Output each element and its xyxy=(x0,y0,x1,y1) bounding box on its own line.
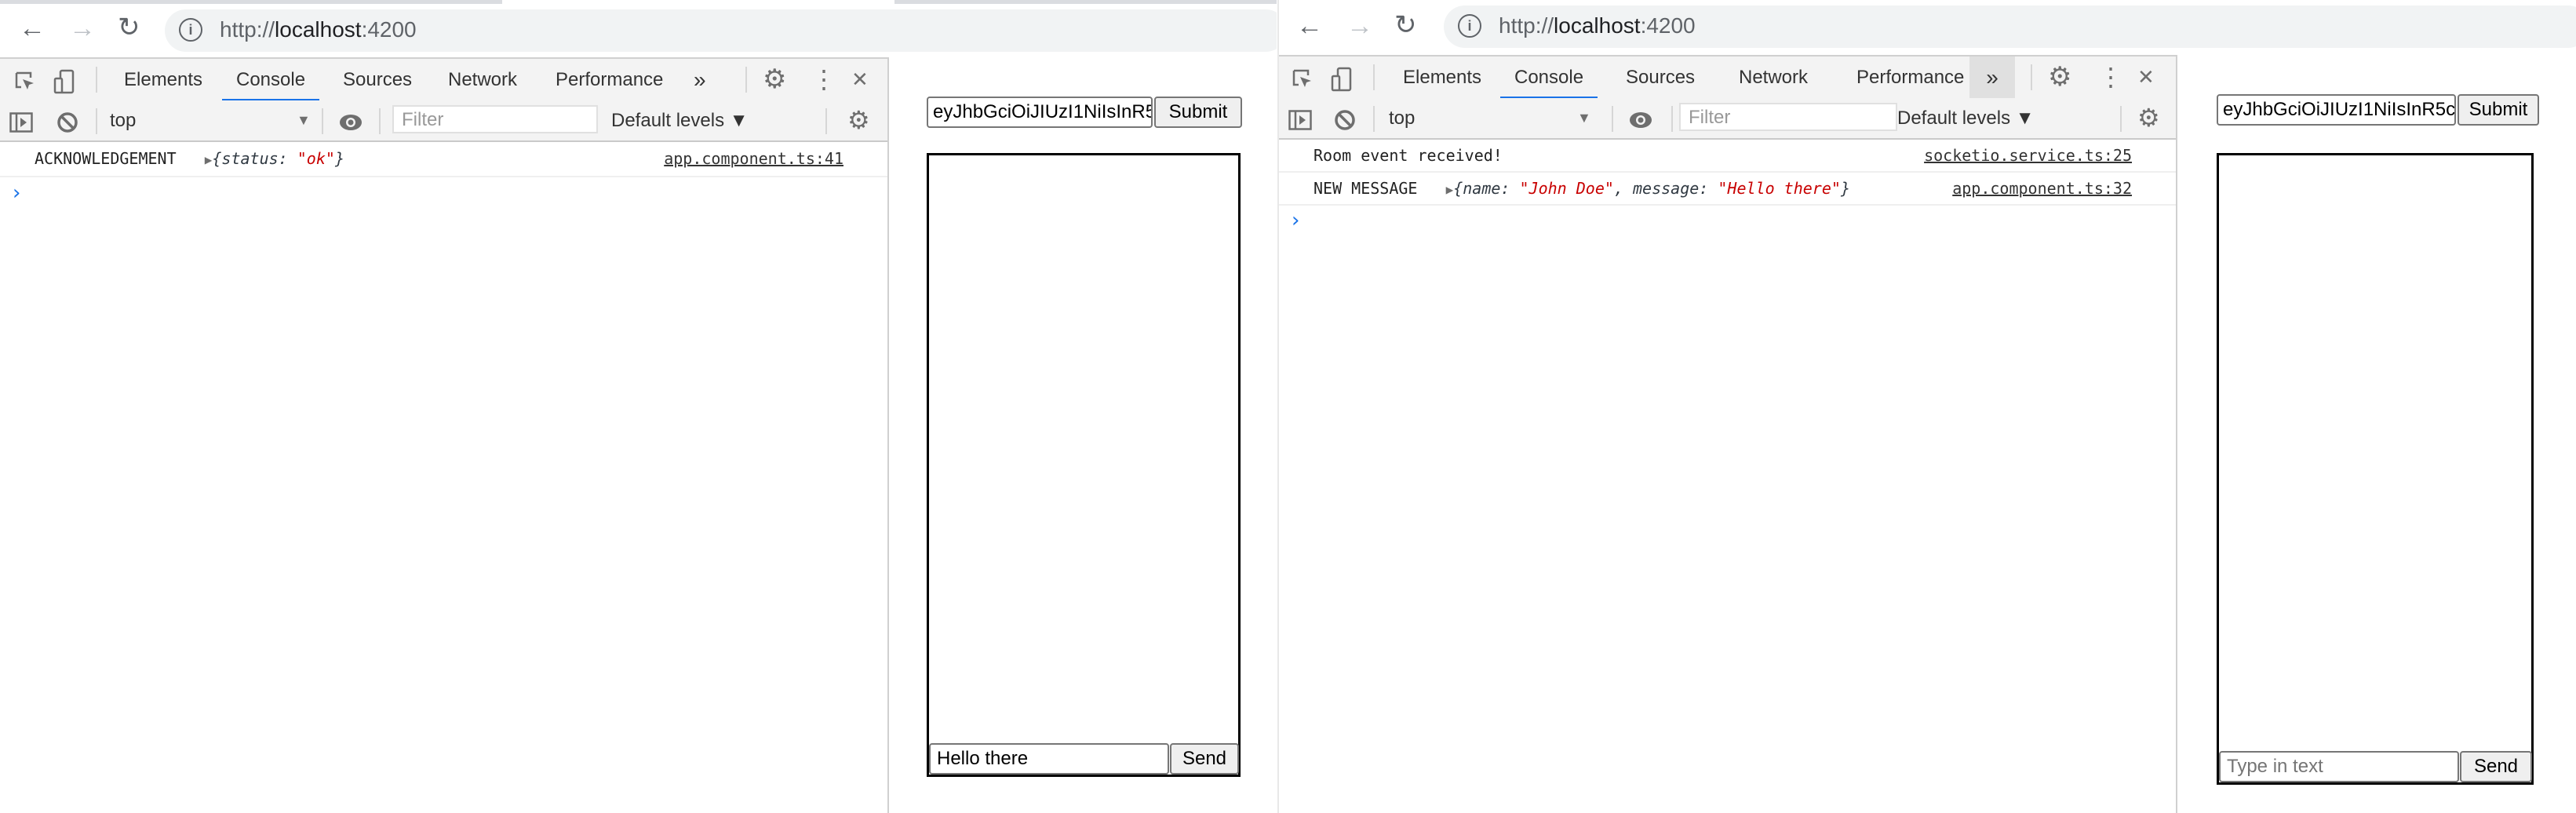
devtools-panel: Elements Console Sources Network Perform… xyxy=(1279,55,2177,813)
context-dropdown-arrow[interactable]: ▼ xyxy=(1577,98,1591,138)
inspect-element-icon[interactable] xyxy=(14,59,36,100)
context-selector[interactable]: top xyxy=(1389,98,1415,138)
app-page: eyJhbGciOiJIUzI1NiIsInR5cCI6IkpXVCJ9 Sub… xyxy=(2177,55,2576,813)
chat-box: Type in text Send xyxy=(2217,153,2534,785)
more-options-kebab-icon[interactable]: ⋮ xyxy=(811,59,836,100)
devtools-tab-bar: Elements Console Sources Network Perform… xyxy=(1279,55,2176,100)
console-toolbar: top ▼ Filter Default levels ▼ ⚙ xyxy=(0,100,887,142)
divider xyxy=(322,108,323,134)
info-icon[interactable]: i xyxy=(1458,14,1481,38)
logged-object[interactable]: {status: "ok"} xyxy=(212,149,344,168)
console-message-row: Room event received! socketio.service.ts… xyxy=(1279,140,2176,173)
devtools-tab-bar: Elements Console Sources Network Perform… xyxy=(0,57,887,102)
more-options-kebab-icon[interactable]: ⋮ xyxy=(2098,57,2123,98)
clear-console-icon[interactable] xyxy=(1334,98,1356,138)
console-settings-gear-icon[interactable]: ⚙ xyxy=(847,100,870,140)
tab-network[interactable]: Network xyxy=(1739,57,1808,98)
tab-performance[interactable]: Performance xyxy=(1856,57,1964,98)
settings-gear-icon[interactable]: ⚙ xyxy=(763,59,786,100)
address-bar[interactable]: i http://localhost:4200 xyxy=(1444,5,2576,48)
browser-toolbar: ← → ↻ i http://localhost:4200 xyxy=(0,4,1277,57)
send-button[interactable]: Send xyxy=(2460,751,2532,782)
show-sidebar-icon[interactable] xyxy=(1288,98,1312,138)
console-filter-input[interactable]: Filter xyxy=(392,105,598,133)
divider xyxy=(745,67,747,93)
divider xyxy=(1671,106,1673,132)
divider xyxy=(96,108,97,134)
message-input[interactable]: Type in text xyxy=(2219,751,2459,782)
back-button[interactable]: ← xyxy=(19,15,46,42)
source-link[interactable]: app.component.ts:41 xyxy=(664,142,843,176)
token-input[interactable]: eyJhbGciOiJIUzI1NiIsInR5cCI6IkpXVCJ9 xyxy=(927,97,1153,128)
console-prompt[interactable]: › xyxy=(13,181,20,205)
expand-object-icon[interactable]: ▶ xyxy=(1446,182,1454,197)
tab-sources[interactable]: Sources xyxy=(343,59,412,100)
settings-gear-icon[interactable]: ⚙ xyxy=(2048,57,2071,98)
devtools-panel: Elements Console Sources Network Perform… xyxy=(0,57,889,813)
more-tabs-button[interactable]: » xyxy=(1969,57,2015,98)
logged-object[interactable]: {name: "John Doe", message: "Hello there… xyxy=(1453,179,1850,198)
console-message-row: NEW MESSAGE ▶{name: "John Doe", message:… xyxy=(1279,173,2176,206)
divider xyxy=(96,67,97,93)
console-settings-gear-icon[interactable]: ⚙ xyxy=(2137,98,2160,138)
source-link[interactable]: socketio.service.ts:25 xyxy=(1924,140,2132,171)
console-filter-input[interactable]: Filter xyxy=(1679,103,1897,131)
divider xyxy=(1373,106,1375,132)
submit-button[interactable]: Submit xyxy=(1154,97,1242,128)
clear-console-icon[interactable] xyxy=(56,100,78,140)
live-expression-eye-icon[interactable] xyxy=(339,100,363,140)
info-icon[interactable]: i xyxy=(179,18,202,42)
app-page: eyJhbGciOiJIUzI1NiIsInR5cCI6IkpXVCJ9 Sub… xyxy=(889,57,1277,813)
tab-performance[interactable]: Performance xyxy=(556,59,663,100)
show-sidebar-icon[interactable] xyxy=(9,100,33,140)
context-dropdown-arrow[interactable]: ▼ xyxy=(297,100,311,140)
device-toolbar-icon[interactable] xyxy=(53,59,75,100)
expand-object-icon[interactable]: ▶ xyxy=(205,152,213,167)
back-button[interactable]: ← xyxy=(1296,13,1323,39)
live-expression-eye-icon[interactable] xyxy=(1629,98,1652,138)
tab-elements[interactable]: Elements xyxy=(124,59,202,100)
submit-button[interactable]: Submit xyxy=(2458,94,2539,126)
url-text: http://localhost:4200 xyxy=(220,17,417,42)
inspect-element-icon[interactable] xyxy=(1292,57,1314,98)
more-tabs-button[interactable]: » xyxy=(694,59,706,100)
forward-button[interactable]: → xyxy=(69,15,96,42)
token-input[interactable]: eyJhbGciOiJIUzI1NiIsInR5cCI6IkpXVCJ9 xyxy=(2217,94,2456,126)
browser-toolbar: ← → ↻ i http://localhost:4200 xyxy=(1279,0,2576,55)
console-message-row: ACKNOWLEDGEMENT ▶{status: "ok"} app.comp… xyxy=(0,142,887,177)
console-message: NEW MESSAGE ▶{name: "John Doe", message:… xyxy=(1314,179,1850,198)
divider xyxy=(2120,106,2122,132)
console-message: Room event received! xyxy=(1314,146,1503,165)
console-message: ACKNOWLEDGEMENT ▶{status: "ok"} xyxy=(35,149,344,168)
divider xyxy=(1373,64,1375,90)
send-button[interactable]: Send xyxy=(1170,743,1239,775)
chat-box: Hello there Send xyxy=(927,153,1241,777)
tab-console[interactable]: Console xyxy=(1500,57,1598,100)
divider xyxy=(2031,64,2032,90)
tab-sources[interactable]: Sources xyxy=(1626,57,1695,98)
reload-button[interactable]: ↻ xyxy=(118,14,140,41)
browser-window-right: ← → ↻ i http://localhost:4200 Elements C… xyxy=(1277,0,2576,813)
log-levels-dropdown[interactable]: Default levels ▼ xyxy=(611,100,749,140)
tab-elements[interactable]: Elements xyxy=(1403,57,1481,98)
reload-button[interactable]: ↻ xyxy=(1394,12,1417,38)
message-input[interactable]: Hello there xyxy=(929,743,1169,775)
divider xyxy=(825,108,827,134)
forward-button[interactable]: → xyxy=(1346,13,1373,39)
address-bar[interactable]: i http://localhost:4200 xyxy=(165,9,1277,52)
close-devtools-icon[interactable]: ✕ xyxy=(851,59,869,100)
context-selector[interactable]: top xyxy=(110,100,136,140)
log-levels-dropdown[interactable]: Default levels ▼ xyxy=(1897,98,2035,138)
divider xyxy=(379,108,381,134)
divider xyxy=(1612,106,1613,132)
url-text: http://localhost:4200 xyxy=(1499,13,1696,38)
tab-console[interactable]: Console xyxy=(222,59,320,102)
close-devtools-icon[interactable]: ✕ xyxy=(2137,57,2155,98)
console-prompt[interactable]: › xyxy=(1292,209,1299,232)
browser-window-left: ← → ↻ i http://localhost:4200 Elements C… xyxy=(0,0,1277,813)
device-toolbar-icon[interactable] xyxy=(1331,57,1353,98)
console-toolbar: top ▼ Filter Default levels ▼ ⚙ xyxy=(1279,98,2176,140)
tab-network[interactable]: Network xyxy=(448,59,517,100)
source-link[interactable]: app.component.ts:32 xyxy=(1952,173,2132,204)
